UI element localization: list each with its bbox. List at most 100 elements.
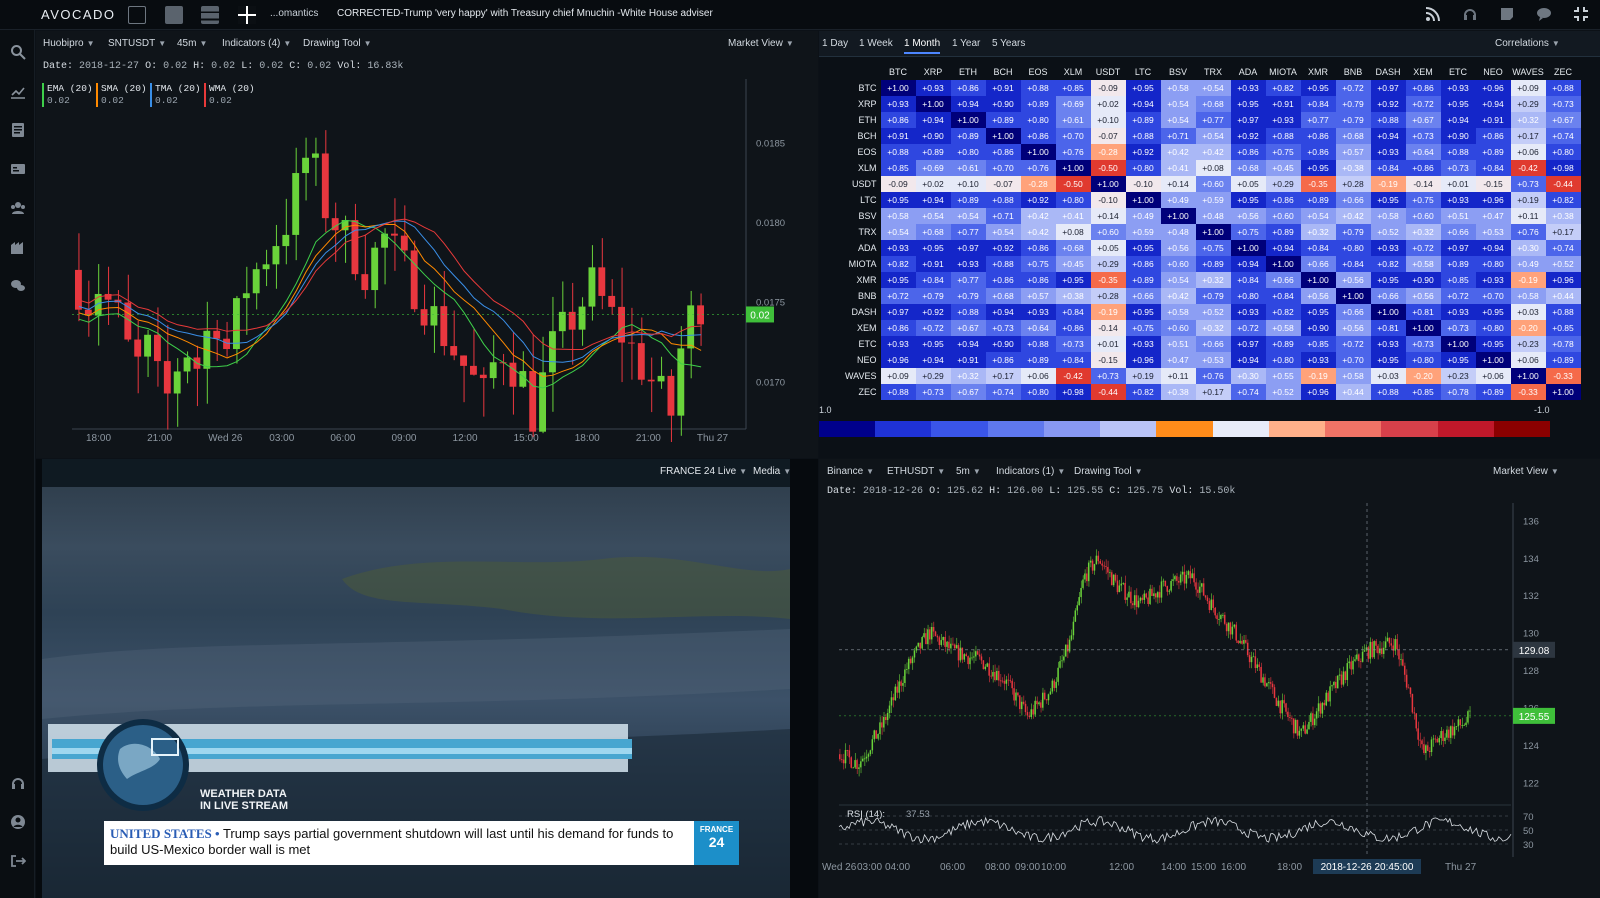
matrix-cell[interactable]: +0.80: [1405, 352, 1441, 368]
matrix-cell[interactable]: +0.29: [1090, 256, 1126, 272]
matrix-cell[interactable]: +0.09: [880, 368, 916, 384]
matrix-cell[interactable]: +0.57: [1020, 288, 1056, 304]
matrix-cell[interactable]: +0.97: [1230, 336, 1266, 352]
matrix-cell[interactable]: +1.00: [1475, 352, 1511, 368]
matrix-cell[interactable]: +0.67: [1405, 112, 1441, 128]
matrix-cell[interactable]: +0.84: [1335, 256, 1371, 272]
matrix-cell[interactable]: +0.92: [1230, 128, 1266, 144]
matrix-cell[interactable]: +0.89: [985, 112, 1021, 128]
matrix-cell[interactable]: +1.00: [1440, 336, 1476, 352]
matrix-cell[interactable]: +0.11: [1160, 368, 1196, 384]
matrix-cell[interactable]: +0.66: [1125, 288, 1161, 304]
support-icon[interactable]: [1461, 6, 1479, 24]
matrix-cell[interactable]: +0.85: [1545, 320, 1581, 336]
matrix-cell[interactable]: +0.93: [1230, 304, 1266, 320]
matrix-cell[interactable]: +0.67: [950, 384, 986, 400]
matrix-cell[interactable]: +0.90: [915, 128, 951, 144]
matrix-cell[interactable]: +0.91: [950, 352, 986, 368]
matrix-cell[interactable]: +0.60: [1090, 224, 1126, 240]
matrix-cell[interactable]: +0.95: [1125, 80, 1161, 96]
matrix-cell[interactable]: +0.85: [1405, 384, 1441, 400]
row-header[interactable]: EOS: [845, 144, 881, 160]
matrix-cell[interactable]: +1.00: [915, 96, 951, 112]
matrix-cell[interactable]: +0.32: [1510, 112, 1546, 128]
matrix-cell[interactable]: +0.93: [1440, 304, 1476, 320]
matrix-cell[interactable]: +0.72: [1335, 336, 1371, 352]
matrix-cell[interactable]: +0.41: [1055, 208, 1091, 224]
row-header[interactable]: ETC: [845, 336, 881, 352]
matrix-cell[interactable]: -0.14: [1405, 176, 1441, 192]
matrix-cell[interactable]: -0.28: [1020, 176, 1056, 192]
layout-panel-icon[interactable]: [165, 6, 183, 24]
matrix-cell[interactable]: -0.33: [1545, 368, 1581, 384]
matrix-cell[interactable]: -0.09: [880, 176, 916, 192]
matrix-cell[interactable]: -0.19: [1510, 272, 1546, 288]
column-header[interactable]: WAVES: [1511, 64, 1546, 80]
matrix-cell[interactable]: -0.28: [1090, 144, 1126, 160]
matrix-cell[interactable]: +0.60: [1160, 256, 1196, 272]
matrix-cell[interactable]: +0.97: [880, 304, 916, 320]
matrix-cell[interactable]: +0.77: [950, 224, 986, 240]
row-header[interactable]: MIOTA: [845, 256, 881, 272]
matrix-cell[interactable]: +0.94: [1440, 112, 1476, 128]
fullscreen-icon[interactable]: [1572, 6, 1590, 24]
matrix-cell[interactable]: +0.94: [985, 304, 1021, 320]
column-header[interactable]: BNB: [1336, 64, 1371, 80]
matrix-cell[interactable]: +0.60: [1195, 176, 1231, 192]
matrix-cell[interactable]: +0.60: [1160, 320, 1196, 336]
matrix-cell[interactable]: +0.59: [1195, 192, 1231, 208]
matrix-cell[interactable]: +0.42: [1160, 288, 1196, 304]
matrix-cell[interactable]: +0.96: [1475, 192, 1511, 208]
column-header[interactable]: ADA: [1231, 64, 1266, 80]
matrix-cell[interactable]: +0.56: [1405, 288, 1441, 304]
matrix-cell[interactable]: +0.96: [880, 352, 916, 368]
matrix-cell[interactable]: +0.97: [1370, 80, 1406, 96]
column-header[interactable]: BTC: [881, 64, 916, 80]
chart-icon[interactable]: [9, 83, 27, 101]
matrix-cell[interactable]: +0.58: [1265, 320, 1301, 336]
matrix-cell[interactable]: +1.00: [1090, 176, 1126, 192]
matrix-cell[interactable]: -0.35: [1090, 272, 1126, 288]
matrix-cell[interactable]: +0.49: [1125, 208, 1161, 224]
matrix-cell[interactable]: +0.72: [1405, 96, 1441, 112]
matrix-cell[interactable]: +0.90: [1440, 128, 1476, 144]
matrix-cell[interactable]: +0.86: [985, 352, 1021, 368]
matrix-cell[interactable]: +0.94: [1125, 96, 1161, 112]
matrix-cell[interactable]: +0.86: [1020, 128, 1056, 144]
matrix-cell[interactable]: -0.20: [1510, 320, 1546, 336]
matrix-cell[interactable]: +0.79: [1335, 112, 1371, 128]
matrix-cell[interactable]: +0.80: [1475, 256, 1511, 272]
column-header[interactable]: BSV: [1161, 64, 1196, 80]
matrix-cell[interactable]: +0.03: [1370, 368, 1406, 384]
matrix-cell[interactable]: +0.52: [1265, 384, 1301, 400]
matrix-cell[interactable]: +0.41: [1160, 160, 1196, 176]
matrix-cell[interactable]: +0.91: [880, 128, 916, 144]
matrix-cell[interactable]: +0.56: [1335, 272, 1371, 288]
matrix-cell[interactable]: -0.14: [1090, 320, 1126, 336]
matrix-cell[interactable]: +0.32: [1405, 224, 1441, 240]
matrix-cell[interactable]: +0.54: [880, 224, 916, 240]
matrix-cell[interactable]: +0.94: [1475, 96, 1511, 112]
matrix-cell[interactable]: +0.61: [950, 160, 986, 176]
matrix-cell[interactable]: +0.30: [1510, 240, 1546, 256]
row-header[interactable]: BCH: [845, 128, 881, 144]
matrix-cell[interactable]: +0.73: [1440, 160, 1476, 176]
matrix-cell[interactable]: +0.48: [1195, 208, 1231, 224]
row-header[interactable]: XMR: [845, 272, 881, 288]
tab-1-month[interactable]: 1 Month: [904, 38, 941, 54]
matrix-cell[interactable]: +0.72: [1230, 320, 1266, 336]
matrix-cell[interactable]: +0.19: [1510, 192, 1546, 208]
matrix-cell[interactable]: +0.88: [880, 384, 916, 400]
matrix-cell[interactable]: +0.30: [1230, 368, 1266, 384]
matrix-cell[interactable]: +0.45: [1265, 160, 1301, 176]
matrix-cell[interactable]: +0.86: [1125, 256, 1161, 272]
correlations-select[interactable]: Correlations ▼: [1495, 38, 1560, 49]
matrix-cell[interactable]: +0.60: [1265, 208, 1301, 224]
portfolio-icon[interactable]: [9, 161, 27, 179]
row-header[interactable]: XRP: [845, 96, 881, 112]
matrix-cell[interactable]: +0.80: [1230, 288, 1266, 304]
matrix-cell[interactable]: -0.10: [1090, 192, 1126, 208]
tab-1-day[interactable]: 1 Day: [822, 38, 848, 49]
matrix-cell[interactable]: +0.95: [1055, 272, 1091, 288]
matrix-cell[interactable]: +0.93: [880, 336, 916, 352]
